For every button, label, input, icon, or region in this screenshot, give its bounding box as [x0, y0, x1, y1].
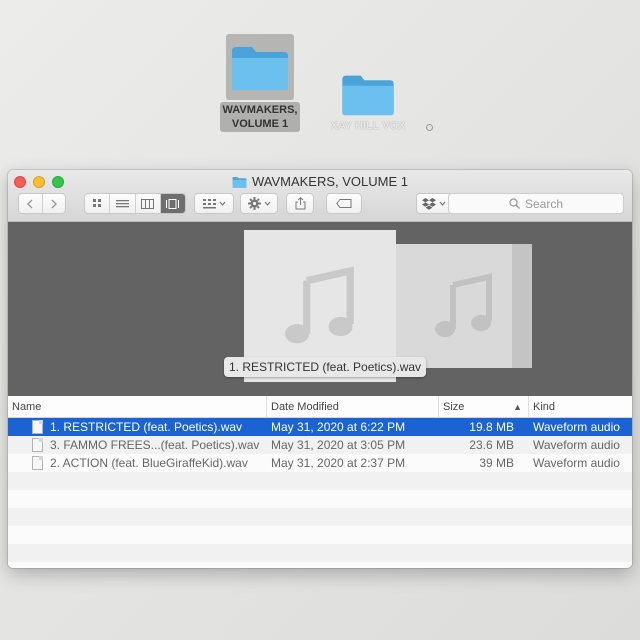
- file-row[interactable]: 3. FAMMO FREES...(feat. Poetics).wav May…: [8, 436, 632, 454]
- icon-view-icon: [92, 199, 101, 207]
- search-placeholder: Search: [524, 196, 564, 211]
- file-size: 19.8 MB: [469, 420, 514, 434]
- music-note-icon: [435, 273, 492, 337]
- column-view-button[interactable]: [136, 194, 161, 213]
- file-kind: Waveform audio: [533, 456, 620, 470]
- file-date: May 31, 2020 at 2:37 PM: [271, 456, 406, 470]
- desktop-folder-wavmakers[interactable]: WAVMAKERS, VOLUME 1: [210, 34, 310, 132]
- folder-icon: [232, 47, 288, 90]
- list-view-button[interactable]: [110, 194, 136, 213]
- file-kind: Waveform audio: [533, 420, 620, 434]
- desktop-folder-label: WAVMAKERS, VOLUME 1: [219, 102, 301, 132]
- action-button[interactable]: [240, 193, 278, 214]
- nav-buttons: [18, 193, 66, 214]
- music-note-icon: [285, 266, 354, 344]
- window-title-text: WAVMAKERS, VOLUME 1: [251, 174, 409, 189]
- dropbox-button[interactable]: [416, 193, 452, 214]
- wav-file-icon: [32, 438, 43, 452]
- arrange-grid-icon: [202, 198, 216, 208]
- arrange-button[interactable]: [194, 193, 234, 214]
- chevron-left-icon: [27, 199, 33, 208]
- cover-flow-caption: 1. RESTRICTED (feat. Poetics).wav: [224, 357, 427, 377]
- file-name: 1. RESTRICTED (feat. Poetics).wav: [50, 420, 243, 434]
- gear-icon: [247, 197, 261, 210]
- forward-button[interactable]: [43, 194, 66, 213]
- desktop-folder-xay-hill-vox[interactable]: XAY HILL VOX: [318, 72, 418, 134]
- tag-button[interactable]: [326, 193, 362, 214]
- list-header: Name Date Modified Size ▲ Kind: [8, 396, 632, 418]
- toolbar: Search: [18, 193, 624, 215]
- file-kind: Waveform audio: [533, 438, 620, 452]
- column-view-icon: [141, 198, 155, 209]
- cover-flow-area[interactable]: 1. RESTRICTED (feat. Poetics).wav: [8, 222, 632, 396]
- column-header-kind[interactable]: Kind: [528, 396, 632, 418]
- file-date: May 31, 2020 at 3:05 PM: [271, 438, 406, 452]
- empty-row: [8, 544, 632, 562]
- file-row[interactable]: 1. RESTRICTED (feat. Poetics).wav May 31…: [8, 418, 632, 436]
- folder-icon: [342, 75, 394, 116]
- empty-row: [8, 490, 632, 508]
- wav-file-icon: [32, 456, 43, 470]
- title-bar[interactable]: WAVMAKERS, VOLUME 1 Search: [8, 170, 632, 222]
- file-date: May 31, 2020 at 6:22 PM: [271, 420, 406, 434]
- finder-window: WAVMAKERS, VOLUME 1 Search 1. RESTRICTED…: [8, 170, 632, 568]
- tag-icon: [336, 199, 352, 208]
- empty-row: [8, 562, 632, 568]
- column-header-date[interactable]: Date Modified: [266, 396, 438, 418]
- view-mode-control: [84, 193, 186, 214]
- empty-row: [8, 508, 632, 526]
- folder-icon: [232, 176, 247, 188]
- chevron-down-icon: [439, 201, 446, 206]
- sort-ascending-icon: ▲: [513, 402, 522, 412]
- empty-row: [8, 472, 632, 490]
- cover-flow-view-button[interactable]: [160, 194, 185, 213]
- window-title: WAVMAKERS, VOLUME 1: [8, 174, 632, 189]
- share-icon: [295, 197, 305, 210]
- empty-row: [8, 526, 632, 544]
- chevron-down-icon: [264, 201, 270, 206]
- icon-view-button[interactable]: [85, 194, 111, 213]
- file-name: 3. FAMMO FREES...(feat. Poetics).wav: [50, 438, 260, 452]
- share-button[interactable]: [286, 193, 314, 214]
- file-list: Name Date Modified Size ▲ Kind 1. RESTRI…: [8, 396, 632, 568]
- column-header-name[interactable]: Name: [8, 396, 266, 418]
- back-button[interactable]: [19, 194, 43, 213]
- cover-edge: [512, 244, 532, 368]
- search-field[interactable]: Search: [448, 193, 624, 214]
- chevron-right-icon: [51, 199, 57, 208]
- cover-flow-view-icon: [166, 198, 180, 209]
- search-icon: [509, 198, 520, 209]
- file-name: 2. ACTION (feat. BlueGiraffeKid).wav: [50, 456, 248, 470]
- dropbox-icon: [422, 197, 436, 210]
- wav-file-icon: [32, 420, 43, 434]
- list-view-icon: [115, 199, 129, 207]
- chevron-down-icon: [219, 201, 225, 206]
- file-size: 39 MB: [479, 456, 514, 470]
- file-size: 23.6 MB: [469, 438, 514, 452]
- file-row[interactable]: 2. ACTION (feat. BlueGiraffeKid).wav May…: [8, 454, 632, 472]
- cursor-ring: [426, 124, 433, 131]
- desktop-folder-label: XAY HILL VOX: [330, 120, 406, 132]
- column-header-size[interactable]: Size ▲: [438, 396, 528, 418]
